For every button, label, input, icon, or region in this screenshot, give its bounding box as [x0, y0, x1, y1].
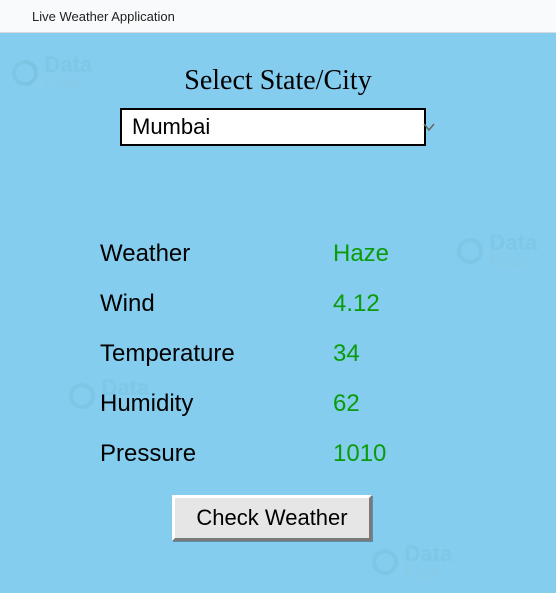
value-humidity: 62	[333, 389, 389, 439]
heading-select-city: Select State/City	[0, 65, 556, 97]
labels-column: Weather Wind Temperature Humidity Pressu…	[100, 239, 235, 489]
window-titlebar: Live Weather Application	[0, 0, 556, 33]
label-wind: Wind	[100, 289, 235, 339]
check-weather-button[interactable]: Check Weather	[172, 495, 372, 541]
label-temperature: Temperature	[100, 339, 235, 389]
value-weather: Haze	[333, 239, 389, 289]
value-wind: 4.12	[333, 289, 389, 339]
chevron-down-icon[interactable]	[422, 120, 436, 134]
value-pressure: 1010	[333, 439, 389, 489]
check-weather-label: Check Weather	[196, 505, 347, 531]
city-combobox[interactable]	[120, 108, 426, 146]
label-humidity: Humidity	[100, 389, 235, 439]
label-weather: Weather	[100, 239, 235, 289]
values-column: Haze 4.12 34 62 1010	[333, 239, 389, 489]
window-title: Live Weather Application	[32, 9, 175, 24]
watermark: Data Flair	[455, 233, 537, 269]
label-pressure: Pressure	[100, 439, 235, 489]
city-input[interactable]	[130, 113, 422, 141]
app-body: Data Flair Data Flair Data Flair Data Fl…	[0, 33, 556, 593]
value-temperature: 34	[333, 339, 389, 389]
watermark: Data Flair	[370, 544, 452, 580]
